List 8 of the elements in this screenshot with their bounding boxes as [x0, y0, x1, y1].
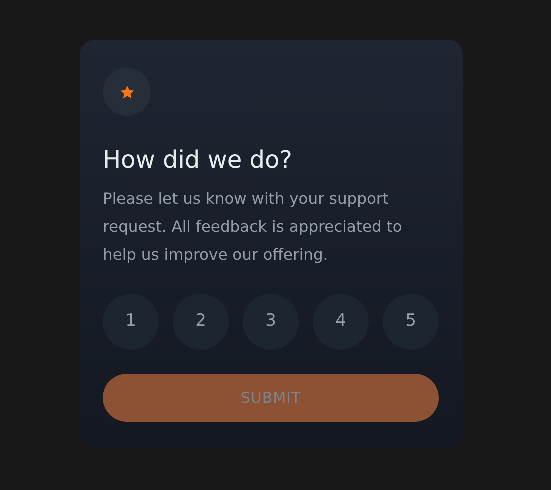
rating-option[interactable]: 1: [103, 294, 159, 350]
rating-option[interactable]: 5: [383, 294, 439, 350]
rating-option[interactable]: 4: [313, 294, 369, 350]
rating-option[interactable]: 3: [243, 294, 299, 350]
card-title: How did we do?: [103, 145, 294, 176]
card-description: Please let us know with your support request. All feedback is appreciated to help us improve our offering.: [103, 189, 404, 266]
rating-option[interactable]: 2: [173, 294, 229, 350]
star-icon: [120, 84, 134, 100]
